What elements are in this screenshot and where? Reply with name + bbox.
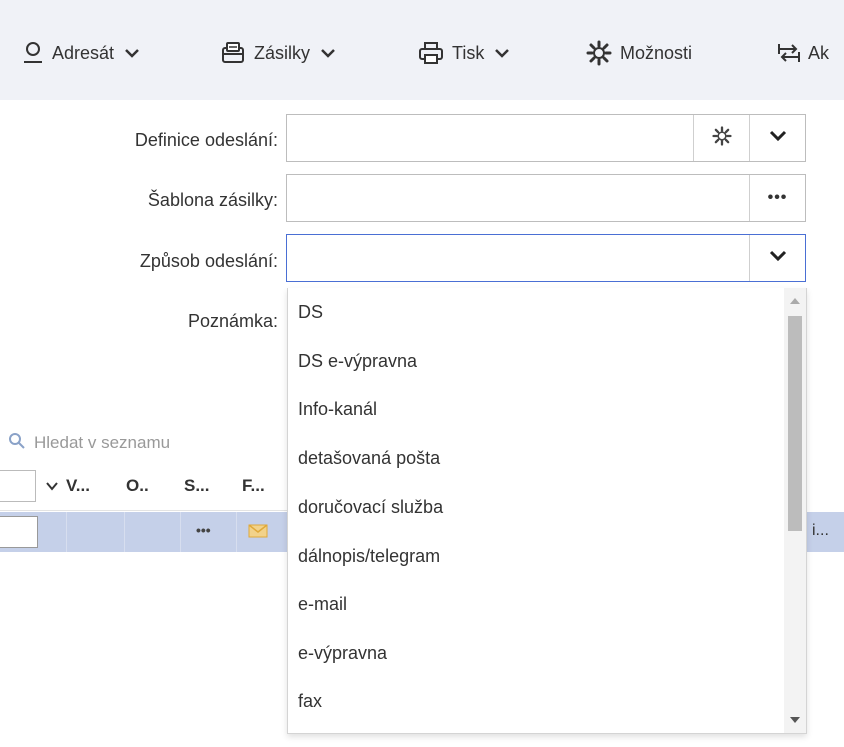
dropdown-option[interactable]: Info-kanál: [298, 399, 377, 420]
toolbar-ak[interactable]: Ak: [776, 36, 829, 70]
row-more-button[interactable]: •••: [196, 522, 211, 538]
toolbar-tisk[interactable]: Tisk: [418, 36, 510, 70]
dropdown-option[interactable]: fax: [298, 691, 322, 712]
zpusob-dropdown-list: DS DS e-výpravna Info-kanál detašovaná p…: [287, 288, 807, 734]
column-header-f[interactable]: F...: [242, 476, 265, 496]
list-search[interactable]: Hledat v seznamu: [8, 430, 170, 456]
search-icon: [8, 432, 26, 455]
dropdown-option[interactable]: detašovaná pošta: [298, 448, 440, 469]
definice-field[interactable]: [286, 114, 806, 162]
chevron-down-icon: [769, 249, 787, 267]
toolbar-ak-label: Ak: [808, 42, 830, 63]
dropdown-option[interactable]: DS e-výpravna: [298, 351, 417, 372]
scrollbar-thumb[interactable]: [788, 316, 802, 531]
chevron-down-icon: [320, 47, 336, 59]
zpusob-label: Způsob odeslání:: [139, 251, 278, 271]
definice-settings-button[interactable]: [693, 115, 749, 161]
dropdown-option[interactable]: DS: [298, 302, 323, 323]
sablona-label: Šablona zásilky:: [147, 190, 278, 210]
chevron-down-icon: [124, 47, 140, 59]
sablona-browse-button[interactable]: •••: [749, 175, 805, 221]
row-divider: [124, 512, 125, 552]
column-header-v[interactable]: V...: [66, 476, 90, 496]
toolbar-adresat[interactable]: Adresát: [22, 36, 140, 70]
zpusob-select[interactable]: [286, 234, 806, 282]
row-truncated-text: i...: [812, 522, 829, 539]
scroll-down-icon[interactable]: [790, 717, 800, 723]
gear-icon: [586, 40, 612, 66]
envelope-icon: [248, 524, 268, 543]
zpusob-dropdown-button[interactable]: [749, 235, 805, 281]
column-header-s[interactable]: S...: [184, 476, 210, 496]
search-placeholder: Hledat v seznamu: [34, 433, 171, 452]
scroll-up-icon[interactable]: [790, 298, 800, 304]
dropdown-option[interactable]: e-mail: [298, 594, 347, 615]
dropdown-option[interactable]: dálnopis/telegram: [298, 546, 440, 567]
select-all-checkbox[interactable]: [0, 470, 36, 502]
definice-dropdown-button[interactable]: [749, 115, 805, 161]
sablona-field[interactable]: •••: [286, 174, 806, 222]
user-icon: [22, 41, 44, 65]
definice-label: Definice odeslání:: [134, 130, 278, 150]
poznamka-label: Poznámka:: [187, 311, 278, 331]
parcel-icon: [220, 40, 246, 66]
toolbar-zasilky-label: Zásilky: [254, 42, 311, 63]
column-header-o[interactable]: O..: [126, 476, 149, 496]
row-divider: [236, 512, 237, 552]
toolbar-moznosti-label: Možnosti: [620, 42, 693, 63]
grid-header: V... O.. S... F...: [0, 462, 287, 511]
more-icon: •••: [767, 189, 788, 206]
transfer-icon: [776, 41, 802, 65]
dropdown-option[interactable]: e-výpravna: [298, 643, 387, 664]
toolbar-moznosti[interactable]: Možnosti: [586, 36, 692, 70]
toolbar-tisk-label: Tisk: [452, 42, 485, 63]
dropdown-option[interactable]: doručovací služba: [298, 497, 443, 518]
gear-icon: [711, 125, 732, 151]
row-divider: [180, 512, 181, 552]
toolbar-adresat-label: Adresát: [52, 42, 115, 63]
chevron-down-icon: [769, 129, 787, 147]
row-checkbox[interactable]: [0, 516, 38, 548]
printer-icon: [418, 41, 444, 65]
chevron-down-icon: [494, 47, 510, 59]
toolbar: Adresát Zásilky Tisk Možnosti Ak: [0, 0, 844, 100]
row-divider: [66, 512, 67, 552]
toolbar-zasilky[interactable]: Zásilky: [220, 36, 336, 70]
dropdown-scrollbar[interactable]: [784, 288, 806, 733]
chevron-down-icon[interactable]: [46, 478, 58, 496]
